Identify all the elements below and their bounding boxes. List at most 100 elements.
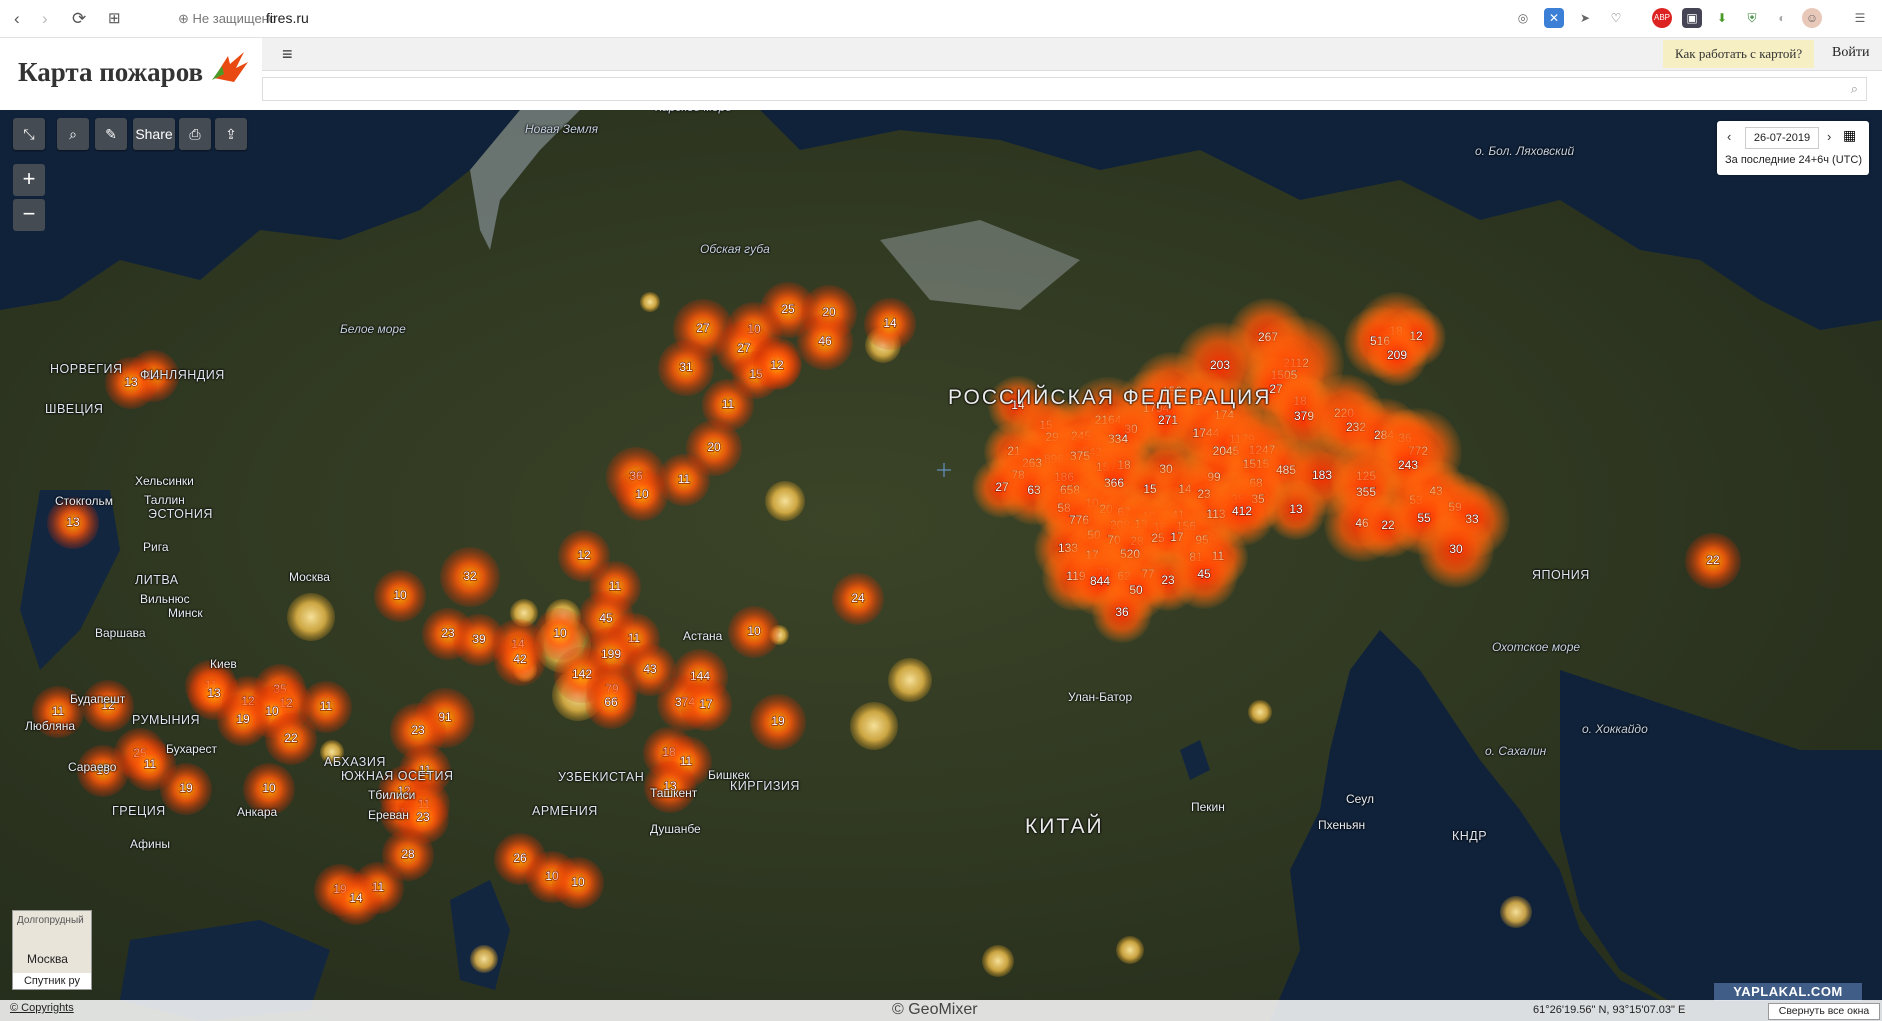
menu-icon[interactable]: ☰ bbox=[1850, 8, 1870, 28]
warm-glow-marker bbox=[888, 658, 932, 702]
map-label: АБХАЗИЯ bbox=[324, 755, 386, 769]
search-input[interactable]: ⌕ bbox=[262, 77, 1867, 101]
fire-count-label: 27 bbox=[696, 321, 710, 335]
fire-count-label: 19 bbox=[179, 781, 193, 795]
map-label: УЗБЕКИСТАН bbox=[558, 770, 645, 784]
photo-icon[interactable]: ▣ bbox=[1682, 8, 1702, 28]
fire-cluster[interactable]: 10 bbox=[552, 857, 604, 909]
fire-count-label: 22 bbox=[1706, 553, 1720, 567]
forward-button[interactable]: › bbox=[42, 9, 48, 29]
pin-icon[interactable]: ◐ bbox=[1772, 8, 1792, 28]
fire-count-label: 24 bbox=[851, 591, 865, 605]
warm-glow-marker bbox=[765, 481, 805, 521]
avatar-icon[interactable]: ☺ bbox=[1802, 8, 1822, 28]
app-logo-title[interactable]: Карта пожаров bbox=[18, 57, 203, 88]
map-label: Афины bbox=[130, 837, 170, 851]
map-label: ЛИТВА bbox=[135, 573, 179, 587]
fire-count-label: 20 bbox=[707, 440, 721, 454]
zoom-in-button[interactable]: + bbox=[13, 164, 45, 196]
upload-button[interactable]: ⇪ bbox=[215, 118, 247, 150]
draw-pin-button[interactable]: ✎ bbox=[95, 118, 127, 150]
fire-count-label: 23 bbox=[441, 626, 455, 640]
fire-count-label: 11 bbox=[320, 699, 333, 713]
map-label: Пекин bbox=[1191, 800, 1225, 814]
fire-count-label: 14 bbox=[349, 891, 363, 905]
fire-count-label: 39 bbox=[472, 632, 486, 646]
vpn-icon[interactable]: ✕ bbox=[1544, 8, 1564, 28]
map-label: Астана bbox=[683, 629, 723, 643]
hamburger-menu-icon[interactable]: ≡ bbox=[282, 44, 293, 65]
basemap-provider-label: Спутник ру bbox=[13, 973, 91, 989]
collapse-panel-button[interactable]: ⤡ bbox=[13, 118, 45, 150]
fire-cluster[interactable]: 36 bbox=[1092, 583, 1152, 643]
fire-cluster[interactable]: 19 bbox=[217, 694, 269, 746]
fire-cluster[interactable]: 22 bbox=[1685, 533, 1741, 589]
map-label: о. Сахалин bbox=[1485, 744, 1547, 758]
map-label: ГРЕЦИЯ bbox=[112, 804, 166, 818]
adblock-icon[interactable]: ABP bbox=[1652, 8, 1672, 28]
date-next-icon[interactable]: › bbox=[1827, 129, 1831, 144]
fire-count-label: 12 bbox=[577, 548, 591, 562]
map-label: РОССИЙСКАЯ ФЕДЕРАЦИЯ bbox=[948, 386, 1272, 409]
map-label: ЭСТОНИЯ bbox=[148, 507, 213, 521]
fire-cluster[interactable]: 10 bbox=[728, 606, 780, 658]
zoom-out-button[interactable]: − bbox=[13, 199, 45, 231]
fire-cluster[interactable]: 12 bbox=[753, 342, 801, 390]
security-indicator[interactable]: ⊕ Не защищено bbox=[178, 11, 276, 27]
collapse-all-windows-button[interactable]: Свернуть все окна bbox=[1768, 1003, 1880, 1020]
fire-cluster[interactable]: 32 bbox=[440, 547, 500, 607]
calendar-icon[interactable]: ▦ bbox=[1843, 127, 1856, 144]
map-search-button[interactable]: ⌕ bbox=[57, 118, 89, 150]
warm-glow-marker bbox=[1248, 700, 1272, 724]
heart-icon[interactable]: ♡ bbox=[1606, 8, 1626, 28]
map-label: ШВЕЦИЯ bbox=[45, 402, 104, 416]
map-canvas[interactable]: 1812516209267211215052032718156161417942… bbox=[0, 110, 1882, 1021]
send-icon[interactable]: ➤ bbox=[1575, 8, 1595, 28]
download-icon[interactable]: ⬇ bbox=[1712, 8, 1732, 28]
share-button[interactable]: Share bbox=[133, 118, 175, 150]
fire-cluster[interactable]: 10 bbox=[374, 570, 426, 622]
print-button[interactable]: ⎙ bbox=[179, 118, 211, 150]
fire-cluster[interactable]: 46 bbox=[797, 314, 853, 370]
copyrights-link[interactable]: © Copyrights bbox=[10, 1002, 74, 1014]
search-icon[interactable]: ⌕ bbox=[1851, 81, 1858, 97]
tabs-grid-button[interactable]: ⊞ bbox=[108, 9, 121, 27]
fire-cluster[interactable]: 14 bbox=[864, 298, 916, 350]
minimap-label-dolgoprudny: Долгопрудный bbox=[17, 915, 84, 926]
map-label: Бишкек bbox=[708, 768, 750, 782]
fire-cluster[interactable]: 31 bbox=[658, 340, 714, 396]
camera-icon[interactable]: ◎ bbox=[1513, 8, 1533, 28]
fire-cluster[interactable]: 13 bbox=[1266, 480, 1326, 540]
date-field[interactable]: 26-07-2019 bbox=[1745, 127, 1819, 149]
fire-cluster[interactable]: 14 bbox=[330, 873, 382, 925]
map-label: Бухарест bbox=[166, 742, 217, 756]
fire-count-label: 32 bbox=[463, 569, 477, 583]
fire-count-label: 203 bbox=[1210, 358, 1230, 372]
fire-cluster[interactable]: 24 bbox=[832, 573, 884, 625]
map-label: ЮЖНАЯ ОСЕТИЯ bbox=[341, 769, 454, 783]
map-label: КИТАЙ bbox=[1025, 815, 1104, 838]
basemap-switcher[interactable]: Долгопрудный Москва Спутник ру bbox=[12, 910, 92, 990]
fire-cluster[interactable]: 45 bbox=[1170, 541, 1238, 609]
fire-cluster[interactable]: 17 bbox=[680, 679, 732, 731]
fire-cluster[interactable]: 19 bbox=[750, 694, 806, 750]
date-range-label: За последние 24+6ч (UTC) bbox=[1725, 154, 1862, 166]
fire-count-label: 10 bbox=[747, 624, 761, 638]
login-link[interactable]: Войти bbox=[1832, 45, 1869, 61]
reload-button[interactable]: ⟳ bbox=[72, 9, 86, 29]
fire-cluster[interactable]: 66 bbox=[585, 677, 637, 729]
how-to-use-button[interactable]: Как работать с картой? bbox=[1663, 40, 1815, 68]
fire-cluster[interactable]: 12 bbox=[82, 680, 134, 732]
fire-cluster[interactable]: 42 bbox=[494, 634, 546, 686]
date-prev-icon[interactable]: ‹ bbox=[1727, 129, 1731, 144]
fire-cluster[interactable]: 11 bbox=[300, 681, 352, 733]
back-button[interactable]: ‹ bbox=[14, 9, 20, 29]
fire-cluster[interactable]: 10 bbox=[616, 469, 668, 521]
fire-count-label: 11 bbox=[609, 579, 622, 593]
address-bar[interactable]: fires.ru bbox=[266, 10, 309, 26]
fire-count-label: 46 bbox=[818, 334, 832, 348]
fire-cluster[interactable]: 30 bbox=[1418, 512, 1494, 588]
fire-cluster[interactable]: 209 bbox=[1367, 326, 1427, 386]
fire-map[interactable]: 1812516209267211215052032718156161417942… bbox=[0, 110, 1882, 1021]
shield-icon[interactable]: ⛨ bbox=[1742, 8, 1762, 28]
